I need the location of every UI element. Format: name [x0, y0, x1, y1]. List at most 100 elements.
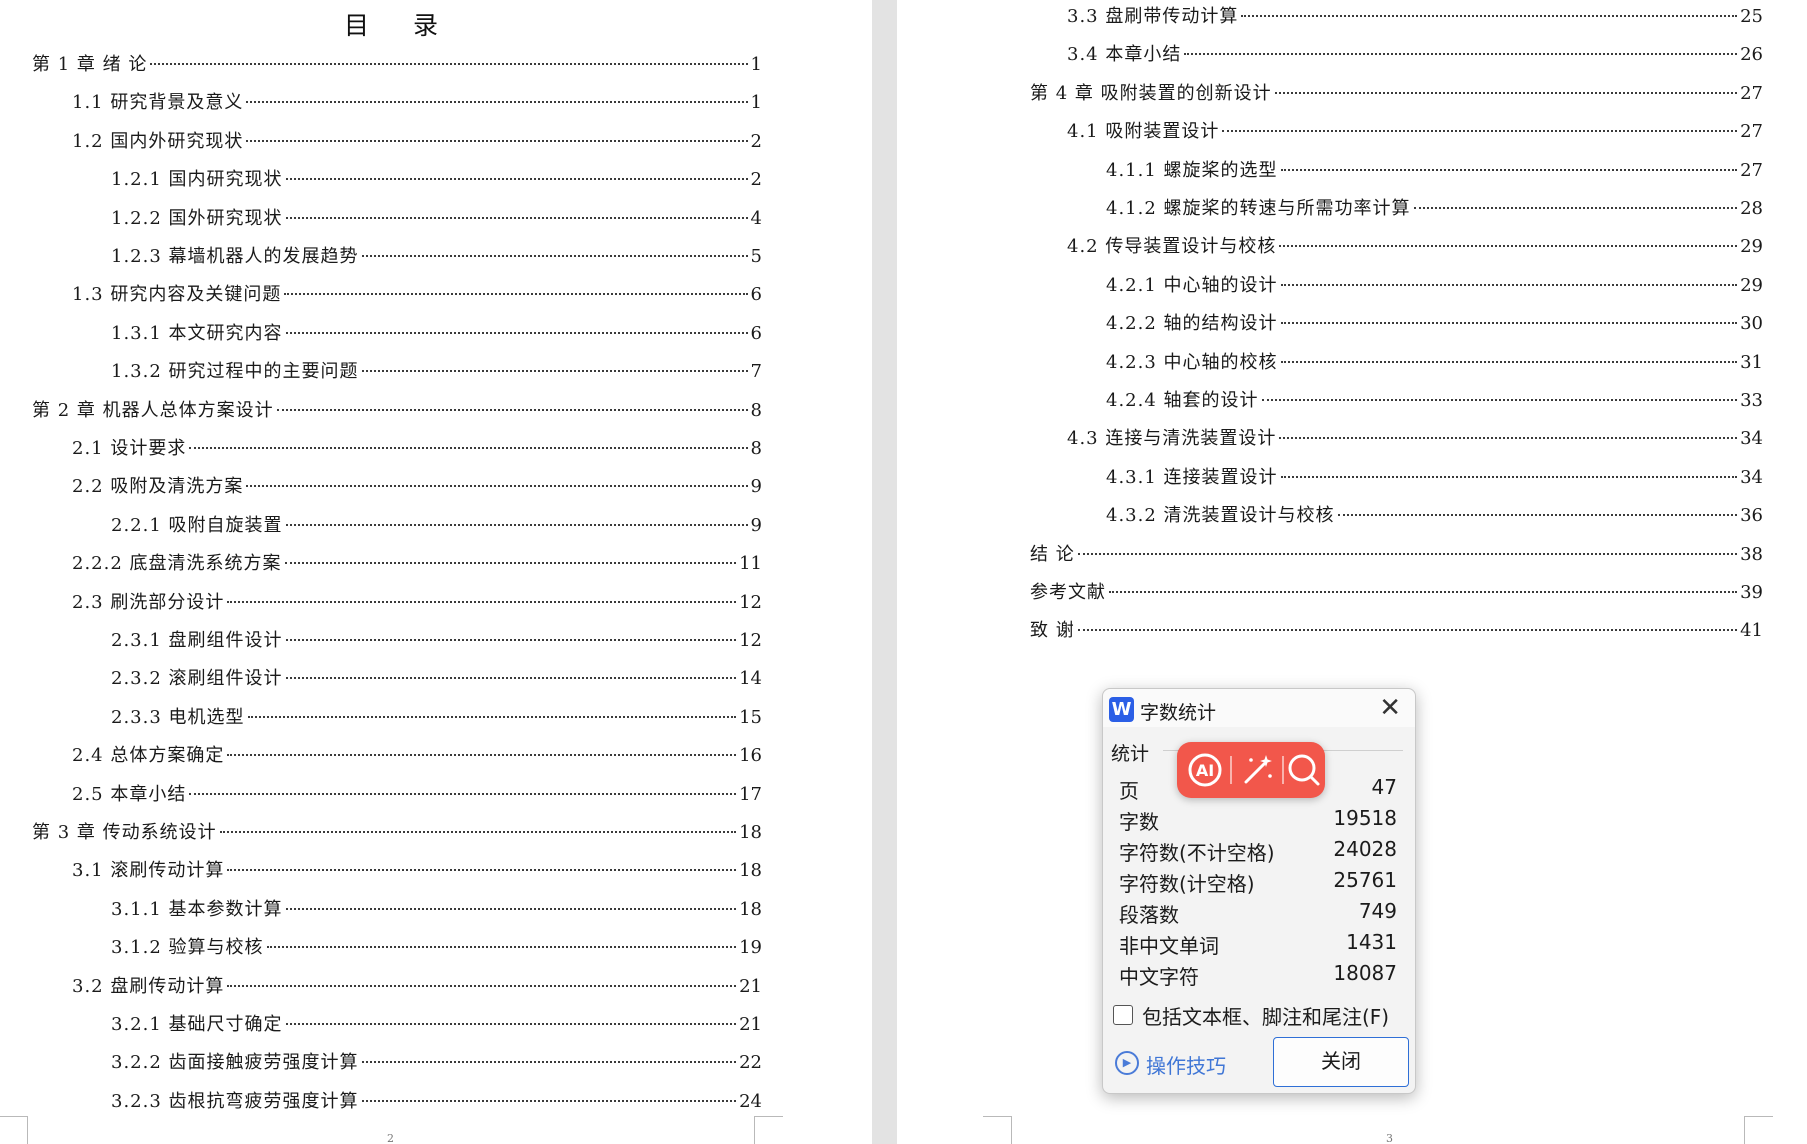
toc-entry[interactable]: 4.2.2 轴的结构设计 30 — [1106, 309, 1763, 339]
toc-entry[interactable]: 4.3 连接与清洗装置设计 34 — [1067, 424, 1763, 454]
close-icon[interactable]: ✕ — [1379, 693, 1401, 723]
toc-entry-page: 29 — [1740, 236, 1763, 258]
toc-entry-title: 结 论 — [1030, 543, 1075, 565]
toc-entry[interactable]: 4.1 吸附装置设计 27 — [1067, 117, 1763, 147]
toc-entry-page: 18 — [739, 860, 762, 882]
toc-entry[interactable]: 3.2.2 齿面接触疲劳强度计算 22 — [111, 1048, 762, 1078]
toc-leader-dots — [1279, 437, 1738, 440]
toc-entry[interactable]: 2.4 总体方案确定 16 — [72, 741, 762, 771]
include-textbox-footnote-label[interactable]: 包括文本框、脚注和尾注(F) — [1142, 1001, 1389, 1030]
toc-entry-page: 18 — [739, 822, 762, 843]
toc-entry[interactable]: 3.1.2 验算与校核 19 — [111, 933, 762, 963]
toc-entry-page: 39 — [1740, 582, 1763, 603]
toc-entry[interactable]: 2.1 设计要求 8 — [72, 434, 762, 464]
toc-entry-page: 11 — [739, 553, 762, 575]
stat-label: 非中文单词 — [1119, 934, 1219, 958]
toc-entry[interactable]: 第 1 章 绪 论 1 — [32, 50, 762, 80]
toc-leader-dots — [219, 831, 737, 833]
toc-entry[interactable]: 1.3.2 研究过程中的主要问题 7 — [111, 357, 762, 387]
toc-entry-page: 25 — [1740, 6, 1763, 27]
close-button[interactable]: 关闭 — [1273, 1037, 1409, 1087]
toc-entry[interactable]: 1.2 国内外研究现状 2 — [72, 127, 762, 157]
toc-entry-title: 参考文献 — [1030, 582, 1106, 603]
toc-entry-page: 8 — [750, 399, 762, 421]
toc-leader-dots — [1184, 53, 1738, 56]
toc-entry[interactable]: 3.1 滚刷传动计算 18 — [72, 856, 762, 886]
toc-entry-title: 4.2.1 中心轴的设计 — [1106, 274, 1278, 296]
tips-link[interactable]: 操作技巧 — [1146, 1050, 1226, 1079]
toc-entry[interactable]: 2.5 本章小结 17 — [72, 780, 762, 810]
ai-icon[interactable]: AI — [1185, 750, 1225, 790]
toc-leader-dots — [285, 677, 737, 680]
toc-entry-page: 41 — [1740, 620, 1763, 642]
toc-entry[interactable]: 参考文献 39 — [1030, 578, 1763, 608]
toc-entry-page: 6 — [750, 322, 762, 344]
toc-entry-title: 3.2.2 齿面接触疲劳强度计算 — [111, 1052, 359, 1074]
toc-entry[interactable]: 4.2.1 中心轴的设计 29 — [1106, 271, 1763, 301]
toc-entry[interactable]: 第 3 章 传动系统设计 18 — [32, 818, 762, 848]
toc-entry[interactable]: 1.3.1 本文研究内容 6 — [111, 319, 762, 349]
toc-entry-title: 3.4 本章小结 — [1067, 44, 1182, 66]
toc-entry[interactable]: 3.1.1 基本参数计算 18 — [111, 895, 762, 925]
toc-entry[interactable]: 2.3 刷洗部分设计 12 — [72, 588, 762, 618]
toc-entry-title: 3.1 滚刷传动计算 — [72, 860, 225, 882]
toc-entry[interactable]: 3.3 盘刷带传动计算 25 — [1067, 2, 1763, 32]
toc-entry[interactable]: 第 4 章 吸附装置的创新设计 27 — [1030, 79, 1763, 109]
toc-leader-dots — [361, 1061, 737, 1064]
toc-entry-title: 3.2.3 齿根抗弯疲劳强度计算 — [111, 1090, 359, 1112]
toc-entry-title: 4.1 吸附装置设计 — [1067, 121, 1220, 143]
toc-leader-dots — [1280, 283, 1738, 286]
toc-leader-dots — [276, 408, 748, 411]
page-number: 2 — [387, 1132, 394, 1144]
toc-entry[interactable]: 1.2.1 国内研究现状 2 — [111, 165, 762, 195]
stat-value: 1431 — [1346, 930, 1397, 954]
toc-entry[interactable]: 4.2 传导装置设计与校核 29 — [1067, 232, 1763, 262]
toc-entry[interactable]: 4.3.1 连接装置设计 34 — [1106, 463, 1763, 493]
stat-value: 25761 — [1333, 868, 1397, 892]
toc-entry[interactable]: 2.3.3 电机选型 15 — [111, 703, 762, 733]
search-icon[interactable] — [1287, 750, 1321, 790]
toc-entry[interactable]: 3.2.3 齿根抗弯疲劳强度计算 24 — [111, 1087, 762, 1117]
toc-entry-page: 18 — [739, 898, 762, 920]
stat-value: 24028 — [1333, 837, 1397, 861]
toc-entry[interactable]: 4.2.3 中心轴的校核 31 — [1106, 348, 1763, 378]
toc-entry[interactable]: 1.1 研究背景及意义 1 — [72, 88, 762, 118]
toc-entry-title: 1.3 研究内容及关键问题 — [72, 284, 282, 306]
toc-entry[interactable]: 3.2 盘刷传动计算 21 — [72, 972, 762, 1002]
toc-entry-title: 第 3 章 传动系统设计 — [32, 822, 217, 843]
toc-entry[interactable]: 结 论 38 — [1030, 540, 1763, 570]
stat-label: 字符数(不计空格) — [1119, 841, 1275, 865]
stat-row: 段落数 749 — [1119, 899, 1397, 929]
play-circle-icon[interactable]: ▶ — [1115, 1051, 1139, 1075]
toc-entry[interactable]: 1.2.3 幕墙机器人的发展趋势 5 — [111, 242, 762, 272]
toc-leader-dots — [1077, 629, 1738, 632]
toc-entry-page: 36 — [1740, 505, 1763, 527]
toc-leader-dots — [266, 946, 737, 949]
toc-entry[interactable]: 2.2 吸附及清洗方案 9 — [72, 472, 762, 502]
toc-entry[interactable]: 4.2.4 轴套的设计 33 — [1106, 386, 1763, 416]
toc-entry[interactable]: 2.2.2 底盘清洗系统方案 11 — [72, 549, 762, 579]
toc-leader-dots — [1280, 475, 1738, 478]
crop-mark — [0, 1116, 28, 1144]
toc-entry-title: 2.3.1 盘刷组件设计 — [111, 630, 283, 651]
toc-entry[interactable]: 第 2 章 机器人总体方案设计 8 — [32, 396, 762, 426]
toc-entry[interactable]: 1.3 研究内容及关键问题 6 — [72, 280, 762, 310]
toc-entry[interactable]: 1.2.2 国外研究现状 4 — [111, 204, 762, 234]
toc-entry[interactable]: 致 谢 41 — [1030, 616, 1763, 646]
toc-entry[interactable]: 3.4 本章小结 26 — [1067, 40, 1763, 70]
toc-entry-title: 3.2.1 基础尺寸确定 — [111, 1014, 283, 1035]
section-label: 统计 — [1111, 743, 1150, 765]
toc-entry[interactable]: 4.3.2 清洗装置设计与校核 36 — [1106, 501, 1763, 531]
toolbar-separator — [1282, 756, 1284, 784]
toc-entry-title: 2.2.2 底盘清洗系统方案 — [72, 553, 282, 575]
toc-entry-title: 4.2.3 中心轴的校核 — [1106, 351, 1278, 373]
include-textbox-footnote-checkbox[interactable] — [1113, 1005, 1133, 1025]
toc-entry[interactable]: 4.1.1 螺旋桨的选型 27 — [1106, 156, 1763, 186]
toc-entry[interactable]: 2.2.1 吸附自旋装置 9 — [111, 511, 762, 541]
magic-wand-icon[interactable] — [1237, 750, 1277, 790]
toc-entry[interactable]: 4.1.2 螺旋桨的转速与所需功率计算 28 — [1106, 194, 1763, 224]
toc-entry[interactable]: 2.3.1 盘刷组件设计 12 — [111, 626, 762, 656]
toc-entry[interactable]: 3.2.1 基础尺寸确定 21 — [111, 1010, 762, 1040]
dialog-title-bar[interactable]: W 字数统计 ✕ — [1103, 689, 1415, 727]
toc-entry[interactable]: 2.3.2 滚刷组件设计 14 — [111, 664, 762, 694]
